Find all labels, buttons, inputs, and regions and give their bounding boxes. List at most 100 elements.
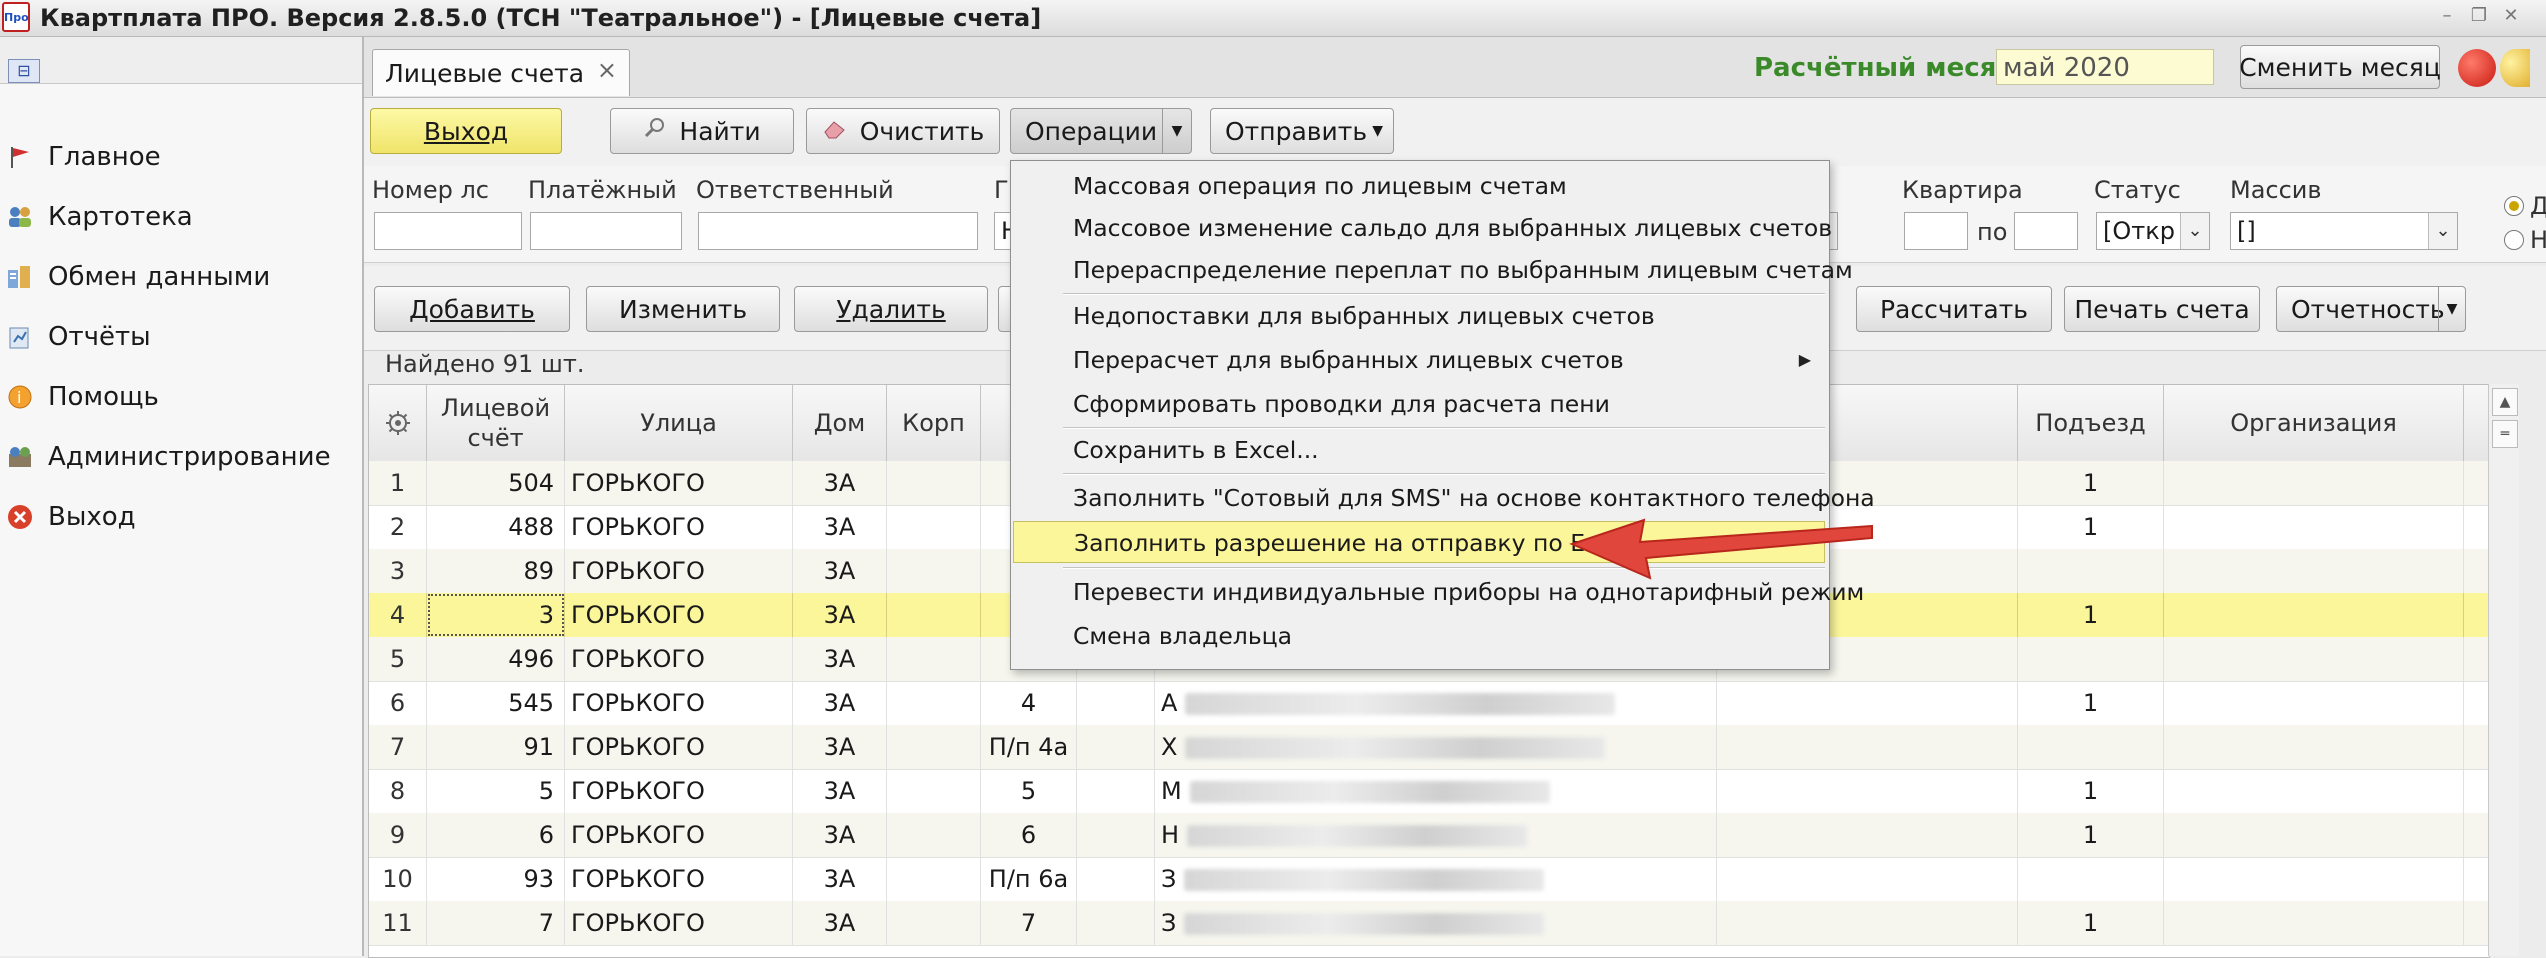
close-tab-icon[interactable]: ×: [597, 56, 617, 84]
filter-apartment-from-input[interactable]: [1904, 212, 1968, 250]
add-button[interactable]: Добавить: [374, 286, 570, 332]
corp-cell[interactable]: [887, 637, 981, 681]
street-cell[interactable]: ГОРЬКОГО: [565, 857, 793, 901]
menu-item-penalty-entries[interactable]: Сформировать проводки для расчета пени: [1013, 383, 1825, 425]
row-number-cell[interactable]: 10: [369, 857, 427, 901]
row-number-cell[interactable]: 5: [369, 637, 427, 681]
entrance-cell[interactable]: 1: [2018, 769, 2164, 813]
account-cell[interactable]: 545: [427, 681, 565, 725]
owner-name-cell[interactable]: Н: [1155, 813, 1717, 857]
print-bill-button[interactable]: Печать счета: [2064, 286, 2260, 332]
corp-cell[interactable]: [887, 813, 981, 857]
table-row[interactable]: 10 93 ГОРЬКОГО 3А П/п 6а З: [369, 857, 2489, 902]
owner-name-cell[interactable]: Х: [1155, 725, 1717, 769]
radio-option-1[interactable]: [2504, 196, 2524, 216]
organization-cell[interactable]: [2164, 813, 2464, 857]
entrance-cell[interactable]: 1: [2018, 461, 2164, 505]
extra-cell[interactable]: [1077, 813, 1155, 857]
organization-cell[interactable]: [2164, 549, 2464, 593]
nav-item-main[interactable]: Главное: [0, 137, 360, 177]
nav-item-admin[interactable]: Администрирование: [0, 437, 360, 477]
filter-status-dropdown[interactable]: [Откр ⌄: [2096, 212, 2210, 250]
house-cell[interactable]: 3А: [793, 901, 887, 945]
table-row[interactable]: 7 91 ГОРЬКОГО 3А П/п 4а Х: [369, 725, 2489, 770]
organization-cell[interactable]: [2164, 769, 2464, 813]
house-cell[interactable]: 3А: [793, 637, 887, 681]
edit-button[interactable]: Изменить: [586, 286, 780, 332]
house-cell[interactable]: 3А: [793, 549, 887, 593]
entrance-cell[interactable]: 1: [2018, 505, 2164, 549]
house-cell[interactable]: 3А: [793, 857, 887, 901]
row-number-cell[interactable]: 6: [369, 681, 427, 725]
entrance-cell[interactable]: [2018, 857, 2164, 901]
owner-name-cell[interactable]: З: [1155, 901, 1717, 945]
phone-cell[interactable]: [1717, 769, 2018, 813]
corp-cell[interactable]: [887, 681, 981, 725]
phone-cell[interactable]: [1717, 681, 2018, 725]
corp-cell[interactable]: [887, 505, 981, 549]
apartment-cell[interactable]: П/п 4а: [981, 725, 1077, 769]
row-number-cell[interactable]: 3: [369, 549, 427, 593]
street-cell[interactable]: ГОРЬКОГО: [565, 813, 793, 857]
apartment-cell[interactable]: 7: [981, 901, 1077, 945]
row-number-cell[interactable]: 9: [369, 813, 427, 857]
phone-cell[interactable]: [1717, 901, 2018, 945]
apartment-cell[interactable]: 4: [981, 681, 1077, 725]
account-cell[interactable]: 5: [427, 769, 565, 813]
change-month-button[interactable]: Сменить месяц: [2239, 45, 2441, 89]
street-cell[interactable]: ГОРЬКОГО: [565, 637, 793, 681]
street-cell[interactable]: ГОРЬКОГО: [565, 681, 793, 725]
entrance-cell[interactable]: 1: [2018, 901, 2164, 945]
menu-item-redistribute-overpayments[interactable]: Перераспределение переплат по выбранным …: [1013, 249, 1853, 291]
corp-cell[interactable]: [887, 857, 981, 901]
entrance-cell[interactable]: [2018, 549, 2164, 593]
restore-icon[interactable]: ❐: [2468, 6, 2490, 26]
street-cell[interactable]: ГОРЬКОГО: [565, 549, 793, 593]
close-window-icon[interactable]: ✕: [2500, 6, 2522, 26]
vertical-scrollbar[interactable]: ▲ ═: [2488, 384, 2519, 956]
account-cell[interactable]: 93: [427, 857, 565, 901]
menu-item-recalculation[interactable]: Перерасчет для выбранных лицевых счетов …: [1013, 339, 1825, 381]
table-row[interactable]: 11 7 ГОРЬКОГО 3А 7 З 1: [369, 901, 2489, 946]
entrance-cell[interactable]: 1: [2018, 681, 2164, 725]
owner-name-cell[interactable]: З: [1155, 857, 1717, 901]
chevron-down-icon[interactable]: ▼: [1162, 109, 1191, 153]
nav-item-help[interactable]: i Помощь: [0, 377, 360, 417]
apartment-cell[interactable]: П/п 6а: [981, 857, 1077, 901]
alert-icon[interactable]: [2458, 49, 2496, 87]
extra-cell[interactable]: [1077, 901, 1155, 945]
nav-item-exit[interactable]: Выход: [0, 497, 360, 537]
menu-item-undersupply[interactable]: Недопоставки для выбранных лицевых счето…: [1013, 295, 1825, 337]
account-cell[interactable]: 7: [427, 901, 565, 945]
house-cell[interactable]: 3А: [793, 593, 887, 637]
corp-cell[interactable]: [887, 593, 981, 637]
reporting-dropdown-button[interactable]: Отчетность ▼: [2276, 286, 2466, 332]
organization-cell[interactable]: [2164, 505, 2464, 549]
column-header-entrance[interactable]: Подъезд: [2018, 385, 2164, 461]
organization-cell[interactable]: [2164, 461, 2464, 505]
send-dropdown-button[interactable]: Отправить ▼: [1210, 108, 1394, 154]
table-row[interactable]: 6 545 ГОРЬКОГО 3А 4 А 1: [369, 681, 2489, 726]
clear-button[interactable]: Очистить: [806, 108, 1000, 154]
extra-cell[interactable]: [1077, 681, 1155, 725]
mail-icon[interactable]: [2500, 49, 2530, 87]
radio-option-2[interactable]: [2504, 230, 2524, 250]
tab-accounts[interactable]: Лицевые счета ×: [372, 49, 630, 96]
organization-cell[interactable]: [2164, 637, 2464, 681]
organization-cell[interactable]: [2164, 857, 2464, 901]
phone-cell[interactable]: [1717, 857, 2018, 901]
column-header-street[interactable]: Улица: [565, 385, 793, 461]
account-cell[interactable]: 496: [427, 637, 565, 681]
house-cell[interactable]: 3А: [793, 813, 887, 857]
row-number-cell[interactable]: 11: [369, 901, 427, 945]
scroll-up-icon[interactable]: ▲: [2492, 388, 2518, 416]
row-number-cell[interactable]: 1: [369, 461, 427, 505]
column-settings-icon[interactable]: [369, 385, 427, 461]
row-number-cell[interactable]: 2: [369, 505, 427, 549]
corp-cell[interactable]: [887, 901, 981, 945]
organization-cell[interactable]: [2164, 593, 2464, 637]
organization-cell[interactable]: [2164, 901, 2464, 945]
entrance-cell[interactable]: [2018, 725, 2164, 769]
corp-cell[interactable]: [887, 461, 981, 505]
scroll-thumb[interactable]: ═: [2492, 420, 2518, 448]
